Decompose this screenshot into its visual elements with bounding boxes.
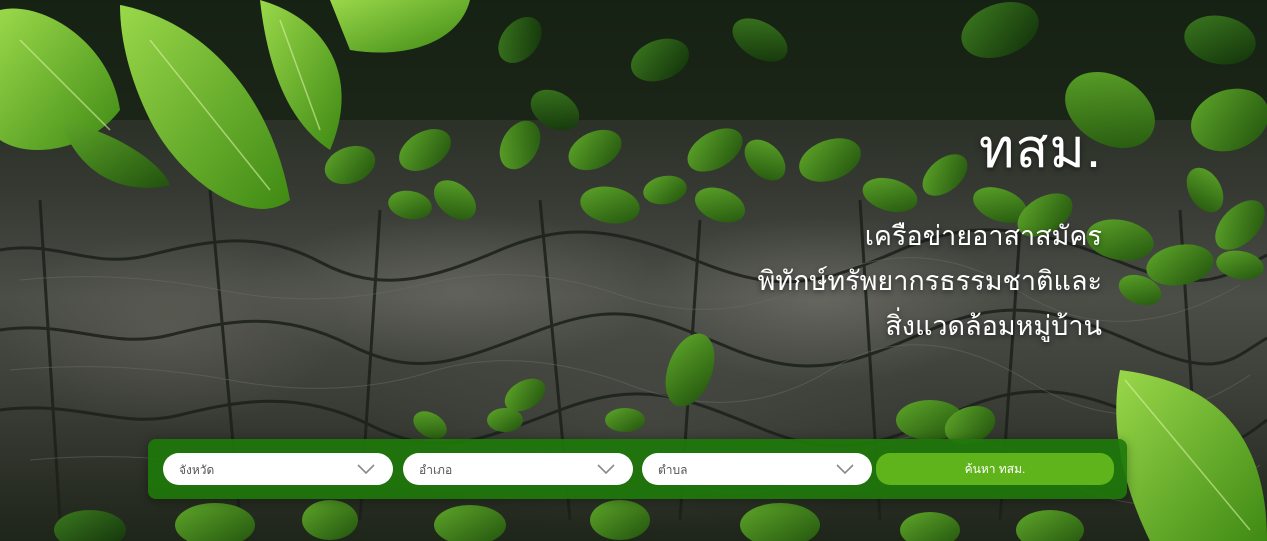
district-select[interactable]: อำเภอ — [403, 453, 633, 485]
search-bar: จังหวัด อำเภอ ตำบล ค้นหา ทสม. — [148, 439, 1127, 499]
province-select[interactable]: จังหวัด — [163, 453, 393, 485]
subdistrict-select-label: ตำบล — [658, 463, 688, 477]
subtitle-line-2: พิทักษ์ทรัพยากรธรรมชาติและ — [757, 266, 1102, 296]
subdistrict-select[interactable]: ตำบล — [642, 453, 872, 485]
district-select-label: อำเภอ — [419, 463, 453, 477]
hero-title-block: ทสม. เครือข่ายอาสาสมัคร พิทักษ์ทรัพยากรธ… — [758, 118, 1102, 349]
chevron-down-icon — [836, 464, 854, 475]
province-select-label: จังหวัด — [179, 463, 215, 477]
hero-banner: ทสม. เครือข่ายอาสาสมัคร พิทักษ์ทรัพยากรธ… — [0, 0, 1267, 541]
subtitle-line-3: สิ่งแวดล้อมหมู่บ้าน — [885, 311, 1102, 341]
chevron-down-icon — [597, 464, 615, 475]
search-button[interactable]: ค้นหา ทสม. — [876, 453, 1114, 485]
chevron-down-icon — [357, 464, 375, 475]
brand-title: ทสม. — [978, 119, 1102, 179]
subtitle-line-1: เครือข่ายอาสาสมัคร — [864, 221, 1102, 251]
